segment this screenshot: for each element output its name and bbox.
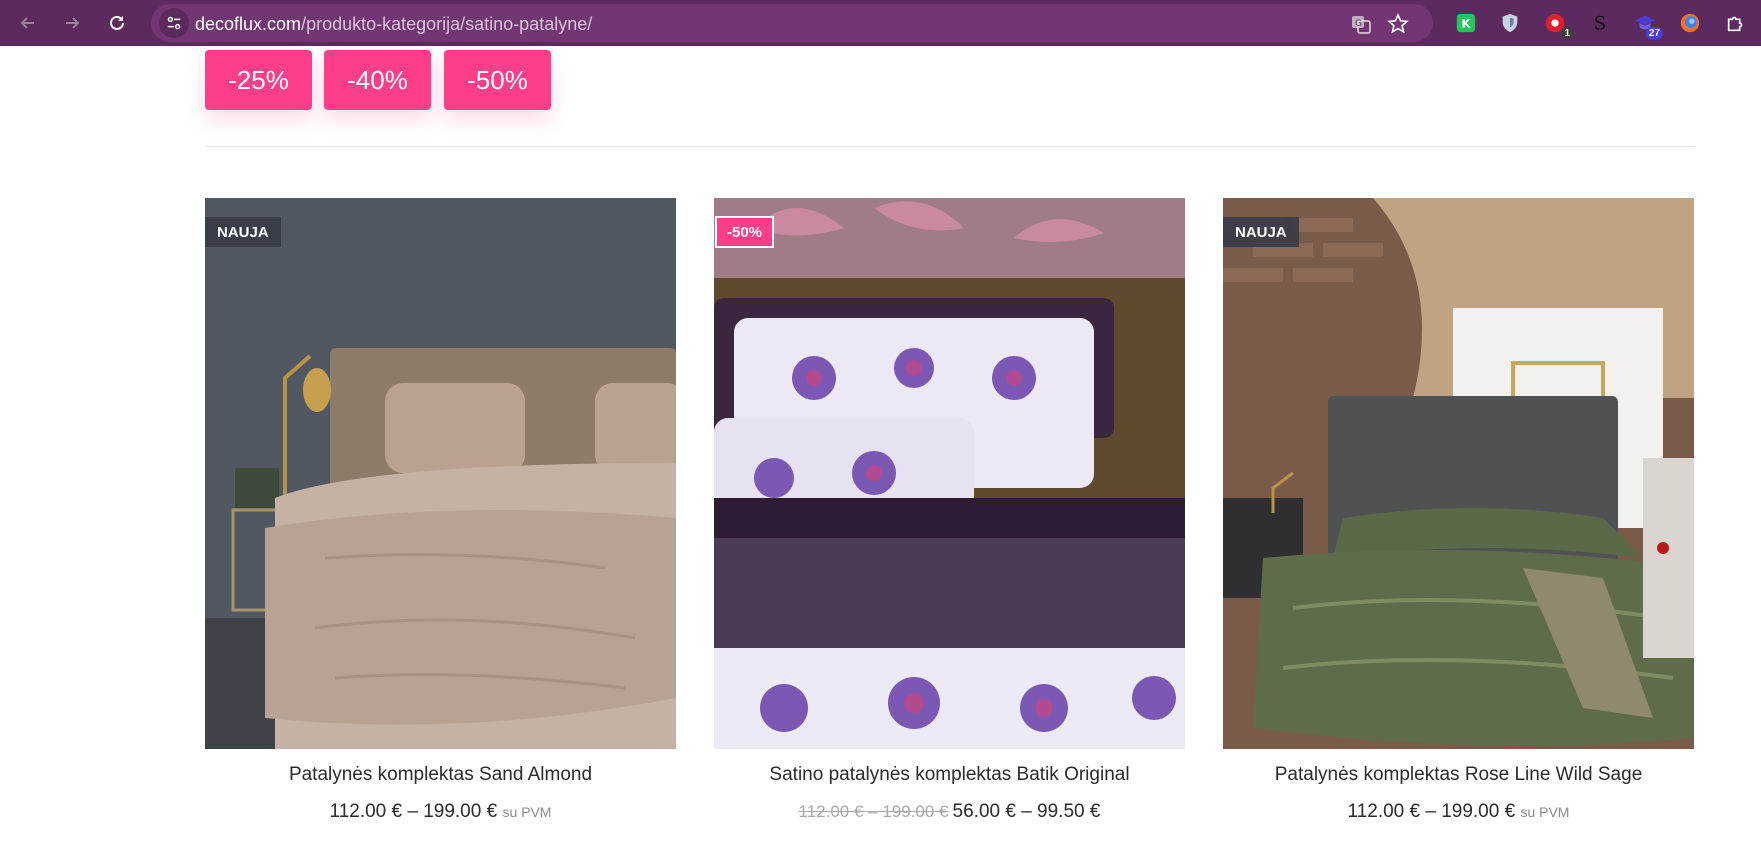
- vat-note: su PVM: [502, 804, 552, 820]
- reload-button[interactable]: [103, 9, 131, 37]
- product-image[interactable]: -50%: [714, 198, 1185, 749]
- extension-badge: 27: [1645, 27, 1663, 40]
- section-divider: [205, 146, 1695, 147]
- new-badge: NAUJA: [1223, 217, 1299, 247]
- product-title[interactable]: Patalynės komplektas Rose Line Wild Sage: [1223, 764, 1694, 786]
- vat-note: su PVM: [1520, 804, 1570, 820]
- translate-icon[interactable]: G: [1350, 13, 1372, 35]
- svg-text:S: S: [1594, 13, 1607, 34]
- reload-icon: [110, 15, 124, 30]
- site-settings-button[interactable]: [159, 8, 189, 38]
- red-extension-icon[interactable]: 1: [1543, 11, 1573, 40]
- puzzle-extensions-icon[interactable]: [1724, 11, 1748, 35]
- new-badge: NAUJA: [205, 217, 281, 247]
- old-price: 112.00 € – 199.00 €: [798, 802, 949, 821]
- product-image[interactable]: NAUJA: [1223, 198, 1694, 749]
- arrow-right-icon: [66, 17, 80, 29]
- product-card[interactable]: NAUJA Patalynės komplektas Rose Line Wil…: [1223, 198, 1694, 823]
- price-range: 112.00 € – 199.00 €: [1347, 801, 1516, 822]
- product-title[interactable]: Patalynės komplektas Sand Almond: [205, 764, 676, 786]
- price-range: 56.00 € – 99.50 €: [952, 801, 1101, 822]
- discount-25-button[interactable]: -25%: [205, 50, 312, 110]
- back-button[interactable]: [14, 9, 42, 37]
- product-card[interactable]: -50% Satino patalynės komplektas Batik O…: [714, 198, 1185, 823]
- address-bar[interactable]: decoflux.com/produkto-kategorija/satino-…: [151, 4, 1433, 42]
- firefox-relay-extension-icon[interactable]: [1678, 11, 1702, 35]
- browser-toolbar: decoflux.com/produkto-kategorija/satino-…: [0, 0, 1761, 46]
- discount-40-button[interactable]: -40%: [324, 50, 431, 110]
- forward-button[interactable]: [58, 9, 86, 37]
- sale-badge: -50%: [715, 216, 775, 248]
- svg-text:G: G: [1355, 19, 1362, 29]
- product-price: 112.00 € – 199.00 €56.00 € – 99.50 €: [714, 801, 1185, 823]
- svg-text:K: K: [1461, 17, 1471, 31]
- product-card[interactable]: NAUJA Patalynės komplektas Sand Almond 1…: [205, 198, 676, 823]
- product-price: 112.00 € – 199.00 € su PVM: [1223, 801, 1694, 823]
- arrow-left-icon: [20, 17, 34, 29]
- product-image[interactable]: NAUJA: [205, 198, 676, 749]
- url-path: /produkto-kategorija/satino-patalyne/: [301, 14, 593, 34]
- price-range: 112.00 € – 199.00 €: [329, 801, 498, 822]
- s-extension-icon[interactable]: S: [1588, 11, 1612, 35]
- bookmark-star-icon[interactable]: [1387, 13, 1409, 35]
- extension-badge: 1: [1561, 27, 1573, 40]
- shield-extension-icon[interactable]: [1498, 11, 1522, 35]
- url-domain: decoflux.com: [195, 14, 302, 34]
- url-text: decoflux.com/produkto-kategorija/satino-…: [195, 14, 592, 35]
- discount-50-button[interactable]: -50%: [444, 50, 551, 110]
- graduation-cap-extension-icon[interactable]: 27: [1633, 11, 1663, 40]
- tune-icon: [167, 16, 181, 30]
- product-title[interactable]: Satino patalynės komplektas Batik Origin…: [714, 764, 1185, 786]
- k-extension-icon[interactable]: K: [1454, 11, 1478, 35]
- product-price: 112.00 € – 199.00 € su PVM: [205, 801, 676, 823]
